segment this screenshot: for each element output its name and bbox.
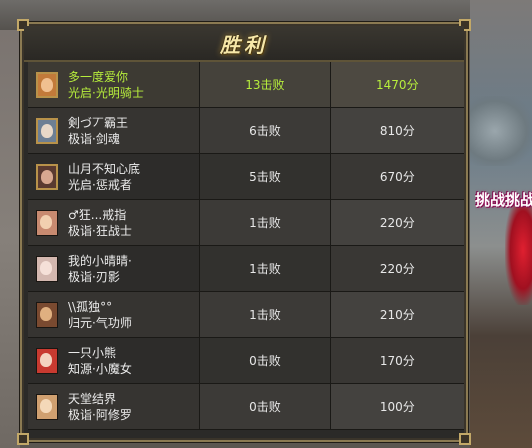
score-value: 170分 — [329, 338, 464, 383]
score-value: 210分 — [329, 292, 464, 337]
background-stone — [470, 96, 532, 166]
score-value: 100分 — [329, 384, 464, 429]
avatar-face — [41, 123, 53, 138]
player-info: 山月不知心底 光启·惩戒者 — [68, 161, 140, 193]
player-class: 知源·小魔女 — [68, 361, 132, 376]
player-row: 一只小熊 知源·小魔女 0击败 170分 — [28, 338, 464, 384]
player-row: 多一度爱你 光启·光明骑士 13击败 1470分 — [28, 62, 464, 108]
defeat-count: 6击败 — [199, 108, 330, 153]
player-info: 一只小熊 知源·小魔女 — [68, 345, 132, 377]
player-class: 光启·光明骑士 — [68, 85, 144, 100]
title-bar: 胜利 — [24, 26, 464, 62]
defeat-count: 1击败 — [199, 292, 330, 337]
avatar-face — [40, 352, 52, 367]
player-class: 归元·气功师 — [68, 315, 132, 330]
player-name: \\孤独°° — [68, 299, 113, 314]
defeat-count: 0击败 — [199, 384, 330, 429]
defeat-count: 13击败 — [199, 62, 330, 107]
character-sprite — [505, 205, 532, 305]
score-value: 220分 — [329, 200, 464, 245]
player-avatar-icon — [36, 209, 58, 236]
player-cell: 山月不知心底 光启·惩戒者 — [28, 154, 200, 199]
result-title: 胜利 — [220, 33, 268, 57]
player-name: 一只小熊 — [68, 345, 117, 360]
player-avatar-icon — [36, 117, 58, 144]
player-class: 光启·惩戒者 — [68, 177, 132, 192]
player-name: 山月不知心底 — [68, 161, 141, 176]
player-info: \\孤独°° 归元·气功师 — [68, 299, 132, 331]
player-row: 我的小晴晴· 极诣·刃影 1击败 220分 — [28, 246, 464, 292]
avatar-face — [40, 398, 52, 413]
player-cell: 多一度爱你 光启·光明骑士 — [28, 62, 200, 107]
avatar-face — [40, 306, 52, 321]
player-cell: 我的小晴晴· 极诣·刃影 — [28, 246, 200, 291]
player-avatar-icon — [36, 301, 58, 328]
panel-corner-ornament — [17, 433, 29, 445]
defeat-count: 1击败 — [199, 200, 330, 245]
player-info: 天堂结界 极诣·阿修罗 — [68, 391, 132, 423]
player-name: 我的小晴晴· — [68, 253, 132, 268]
player-name: 剣づ丆霸王 — [68, 115, 129, 130]
avatar-face — [41, 169, 53, 184]
score-value: 220分 — [329, 246, 464, 291]
player-row: 天堂结界 极诣·阿修罗 0击败 100分 — [28, 384, 464, 430]
avatar-face — [41, 77, 53, 92]
player-name: 天堂结界 — [68, 391, 117, 406]
score-value: 670分 — [329, 154, 464, 199]
player-row: 山月不知心底 光启·惩戒者 5击败 670分 — [28, 154, 464, 200]
player-info: ♂狂...戒指 极诣·狂战士 — [68, 207, 132, 239]
player-info: 我的小晴晴· 极诣·刃影 — [68, 253, 132, 285]
player-row: ♂狂...戒指 极诣·狂战士 1击败 220分 — [28, 200, 464, 246]
player-row: \\孤独°° 归元·气功师 1击败 210分 — [28, 292, 464, 338]
player-class: 极诣·刃影 — [68, 269, 120, 284]
player-cell: 剣づ丆霸王 极诣·剑魂 — [28, 108, 200, 153]
player-class: 极诣·剑魂 — [68, 131, 120, 146]
player-info: 剣づ丆霸王 极诣·剑魂 — [68, 115, 128, 147]
scoreboard-list: 多一度爱你 光启·光明骑士 13击败 1470分 剣づ丆霸王 极诣·剑魂 6击败 810分 山月… — [28, 62, 464, 430]
player-avatar-icon — [36, 71, 58, 98]
panel-corner-ornament — [459, 433, 471, 445]
score-value: 810分 — [329, 108, 464, 153]
player-class: 极诣·阿修罗 — [68, 407, 132, 422]
score-value: 1470分 — [329, 62, 464, 107]
player-row: 剣づ丆霸王 极诣·剑魂 6击败 810分 — [28, 108, 464, 154]
defeat-count: 5击败 — [199, 154, 330, 199]
game-background-left — [0, 30, 20, 448]
player-avatar-icon — [36, 163, 58, 190]
result-panel: 胜利 多一度爱你 光启·光明骑士 13击败 1470分剣づ丆霸王 极诣·剑魂 6击败 810… — [17, 19, 471, 445]
player-avatar-icon — [36, 255, 58, 282]
player-name: 多一度爱你 — [68, 69, 129, 84]
player-avatar-icon — [36, 393, 58, 420]
defeat-count: 0击败 — [199, 338, 330, 383]
avatar-face — [40, 260, 52, 275]
player-info: 多一度爱你 光启·光明骑士 — [68, 69, 144, 101]
player-cell: 一只小熊 知源·小魔女 — [28, 338, 200, 383]
player-avatar-icon — [36, 347, 58, 374]
player-cell: 天堂结界 极诣·阿修罗 — [28, 384, 200, 429]
challenge-banner: 挑战挑战 — [475, 191, 532, 209]
player-class: 极诣·狂战士 — [68, 223, 132, 238]
player-name: ♂狂...戒指 — [68, 207, 127, 222]
defeat-count: 1击败 — [199, 246, 330, 291]
avatar-face — [40, 214, 52, 229]
player-cell: \\孤独°° 归元·气功师 — [28, 292, 200, 337]
player-cell: ♂狂...戒指 极诣·狂战士 — [28, 200, 200, 245]
